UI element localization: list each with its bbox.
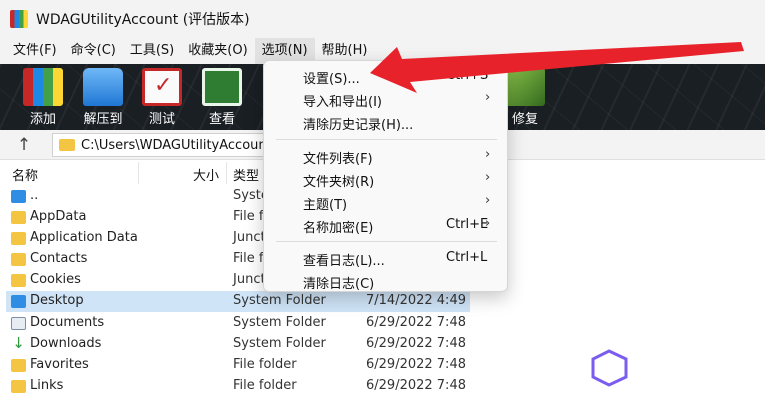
downloads-icon: ↓: [12, 334, 25, 352]
menu-item-label: 文件列表(F): [303, 152, 373, 167]
file-name: Desktop: [30, 293, 84, 308]
menu-item-shortcut: Ctrl+E: [446, 217, 489, 232]
hexagon-logo-icon: [591, 349, 628, 387]
chevron-right-icon: ›: [485, 216, 491, 231]
column-divider[interactable]: [138, 162, 139, 184]
menu-item-label: 名称加密(E): [303, 221, 374, 236]
menu-item-import-export[interactable]: 导入和导出(I) ›: [264, 88, 509, 111]
checklist-icon: [142, 68, 182, 106]
menu-separator: [276, 139, 497, 140]
file-type: File f: [233, 209, 264, 224]
menu-item-shortcut: Ctrl+S: [446, 68, 489, 83]
file-name: Documents: [30, 315, 105, 330]
file-date: 6/29/2022 7:48: [366, 378, 466, 393]
winrar-window: WDAGUtilityAccount (评估版本) 文件(F) 命令(C) 工具…: [0, 0, 765, 394]
file-name: Application Data: [30, 230, 138, 245]
extract-to-button[interactable]: 解压到: [71, 68, 135, 128]
file-name: Contacts: [30, 251, 88, 266]
desktop-folder-icon: [11, 295, 26, 308]
extract-to-label: 解压到: [83, 112, 123, 127]
options-dropdown-menu: 设置(S)... Ctrl+S 导入和导出(I) › 清除历史记录(H)... …: [263, 60, 508, 292]
menu-tools[interactable]: 工具(S): [123, 38, 181, 64]
open-book-icon: [202, 68, 242, 106]
file-name: Downloads: [30, 336, 102, 351]
column-header-size[interactable]: 大小: [193, 165, 219, 184]
documents-icon: [11, 317, 26, 330]
site-watermark-logo: 速链游戏园 SLINK VIP: [591, 349, 727, 388]
chevron-right-icon: ›: [485, 90, 491, 105]
menu-item-label: 文件夹树(R): [303, 175, 375, 190]
file-type: Junct: [233, 272, 266, 287]
folder-icon: [11, 211, 26, 224]
folder-icon: [11, 274, 26, 287]
file-date: 6/29/2022 7:48: [366, 357, 466, 372]
column-header-type[interactable]: 类型: [233, 165, 259, 184]
menu-item-view-log[interactable]: 查看日志(L)... Ctrl+L: [264, 247, 509, 270]
file-name: Links: [30, 378, 64, 393]
window-title: WDAGUtilityAccount (评估版本): [36, 12, 250, 28]
file-name: ..: [30, 188, 39, 203]
folder-icon: [11, 253, 26, 266]
menu-item-folder-tree[interactable]: 文件夹树(R) ›: [264, 168, 509, 191]
up-arrow-icon[interactable]: ↑: [12, 135, 36, 155]
view-label: 查看: [208, 112, 235, 127]
drive-icon: [11, 190, 26, 203]
menu-item-label: 查看日志(L)...: [303, 254, 385, 269]
column-header-name[interactable]: 名称: [12, 165, 38, 184]
watermark-subtext: SLINK VIP: [698, 381, 727, 388]
menu-favorites[interactable]: 收藏夹(O): [181, 38, 254, 64]
list-item[interactable]: Documents System Folder 6/29/2022 7:48: [0, 313, 765, 334]
view-button[interactable]: 查看: [190, 68, 254, 128]
file-type: System Folder: [233, 336, 326, 351]
file-name: Cookies: [30, 272, 81, 287]
file-name: AppData: [30, 209, 87, 224]
menu-item-label: 设置(S)...: [303, 72, 360, 87]
chevron-right-icon: ›: [485, 147, 491, 162]
add-button[interactable]: 添加: [11, 68, 75, 128]
menu-item-label: 主题(T): [303, 198, 348, 213]
test-button[interactable]: 测试: [130, 68, 194, 128]
column-divider[interactable]: [226, 162, 227, 184]
file-date: 7/14/2022 4:49: [366, 293, 466, 308]
file-type: File folder: [233, 357, 297, 372]
folder-extract-icon: [83, 68, 123, 106]
winrar-app-icon: [10, 10, 28, 28]
file-name: Favorites: [30, 357, 89, 372]
title-bar: WDAGUtilityAccount (评估版本): [0, 0, 765, 38]
file-date: 6/29/2022 7:48: [366, 315, 466, 330]
file-type: System Folder: [233, 315, 326, 330]
winrar-books-icon: [23, 68, 63, 106]
list-item-selected[interactable]: Desktop System Folder 7/14/2022 4:49: [0, 291, 765, 312]
menu-item-clear-history[interactable]: 清除历史记录(H)...: [264, 111, 509, 134]
menu-item-settings[interactable]: 设置(S)... Ctrl+S: [264, 65, 509, 88]
menu-item-label: 清除日志(C): [303, 277, 375, 292]
menu-command[interactable]: 命令(C): [64, 38, 123, 64]
menu-item-theme[interactable]: 主题(T) ›: [264, 191, 509, 214]
folder-icon: [11, 380, 26, 393]
test-label: 测试: [148, 112, 175, 127]
menu-item-file-list[interactable]: 文件列表(F) ›: [264, 145, 509, 168]
menu-item-label: 导入和导出(I): [303, 95, 382, 110]
menu-item-label: 清除历史记录(H)...: [303, 118, 414, 133]
menu-separator: [276, 241, 497, 242]
repair-kit-icon: [505, 68, 545, 106]
file-type: File f: [233, 251, 264, 266]
file-type: Junct: [233, 230, 266, 245]
watermark-text: 速链游戏园: [628, 354, 723, 377]
folder-icon: [59, 139, 75, 151]
folder-icon: [11, 232, 26, 245]
file-date: 6/29/2022 7:48: [366, 336, 466, 351]
add-label: 添加: [29, 112, 56, 127]
menu-item-shortcut: Ctrl+L: [446, 250, 488, 265]
file-type: File folder: [233, 378, 297, 393]
file-type: System Folder: [233, 293, 326, 308]
chevron-right-icon: ›: [485, 170, 491, 185]
menu-item-name-encryption[interactable]: 名称加密(E) Ctrl+E ›: [264, 214, 509, 237]
chevron-right-icon: ›: [485, 193, 491, 208]
menu-item-clear-log[interactable]: 清除日志(C): [264, 270, 509, 293]
path-text: C:\Users\WDAGUtilityAccount: [81, 137, 272, 153]
folder-icon: [11, 359, 26, 372]
menu-file[interactable]: 文件(F): [6, 38, 64, 64]
